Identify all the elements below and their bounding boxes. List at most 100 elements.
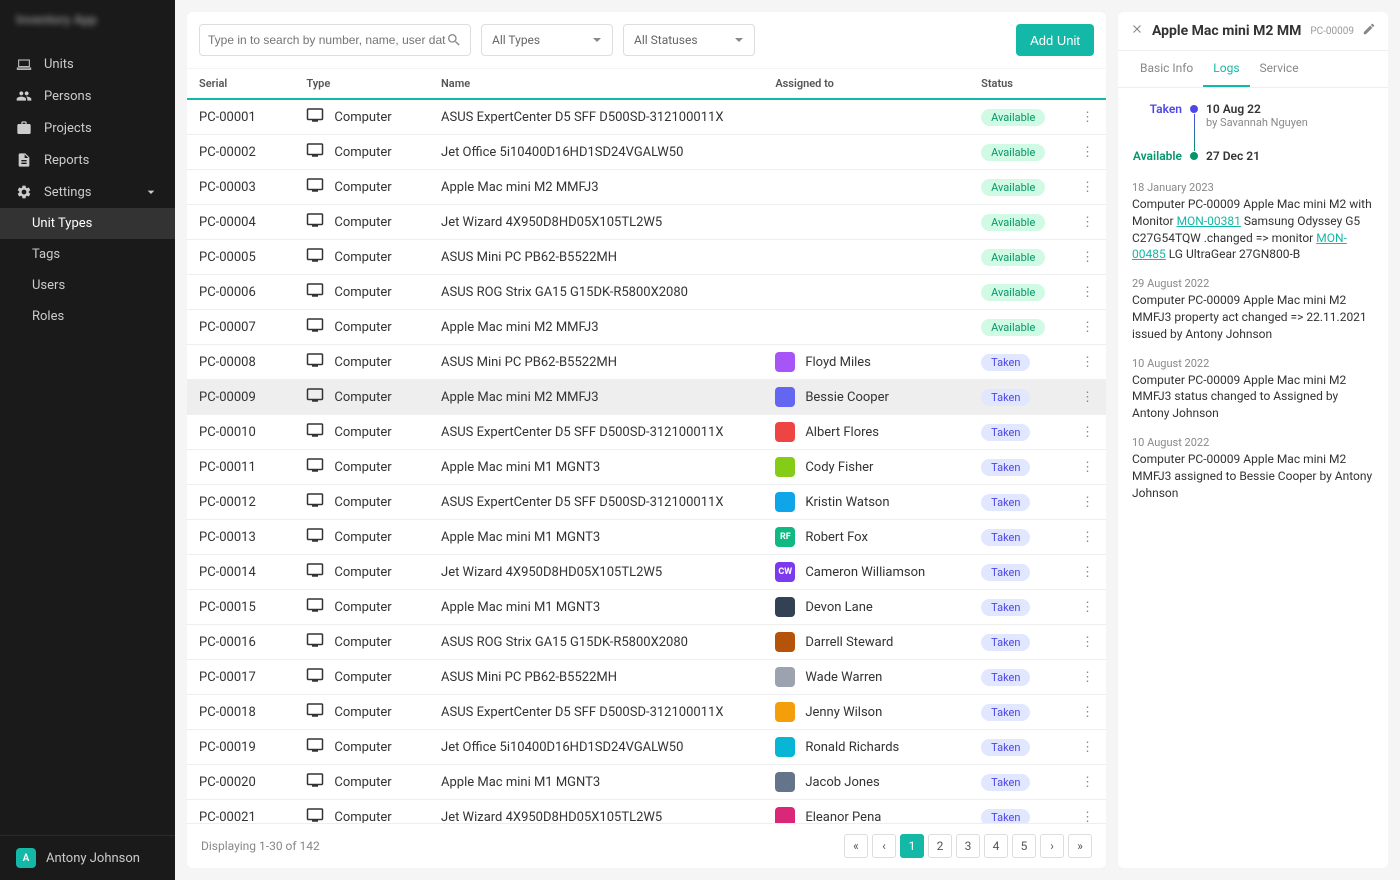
avatar: [775, 807, 795, 823]
row-actions-icon[interactable]: ⋮: [1081, 810, 1094, 824]
row-actions-icon[interactable]: ⋮: [1081, 250, 1094, 265]
sidebar-item-persons[interactable]: Persons: [0, 80, 175, 112]
col-serial[interactable]: Serial: [187, 69, 294, 99]
table-row[interactable]: PC-00021ComputerJet Wizard 4X950D8HD05X1…: [187, 800, 1106, 824]
row-actions-icon[interactable]: ⋮: [1081, 600, 1094, 615]
row-actions-icon[interactable]: ⋮: [1081, 775, 1094, 790]
page-next[interactable]: ›: [1040, 834, 1064, 858]
sidebar-item-settings[interactable]: Settings: [0, 176, 175, 208]
page-prev[interactable]: ‹: [872, 834, 896, 858]
table-row[interactable]: PC-00002ComputerJet Office 5i10400D16HD1…: [187, 135, 1106, 170]
status-badge: Taken: [981, 564, 1030, 581]
computer-icon: [306, 246, 324, 268]
row-actions-icon[interactable]: ⋮: [1081, 635, 1094, 650]
sidebar-subitem-tags[interactable]: Tags: [0, 239, 175, 270]
cell-type: Computer: [334, 390, 391, 405]
page-first[interactable]: «: [844, 834, 868, 858]
col-type[interactable]: Type: [294, 69, 429, 99]
sidebar-item-projects[interactable]: Projects: [0, 112, 175, 144]
user-name: Antony Johnson: [46, 851, 140, 866]
table-row[interactable]: PC-00014ComputerJet Wizard 4X950D8HD05X1…: [187, 555, 1106, 590]
row-actions-icon[interactable]: ⋮: [1081, 110, 1094, 125]
row-actions-icon[interactable]: ⋮: [1081, 390, 1094, 405]
table-row[interactable]: PC-00015ComputerApple Mac mini M1 MGNT3D…: [187, 590, 1106, 625]
add-unit-button[interactable]: Add Unit: [1016, 24, 1094, 56]
cell-name: Apple Mac mini M2 MMFJ3: [429, 310, 763, 345]
tab-service[interactable]: Service: [1250, 51, 1309, 87]
table-row[interactable]: PC-00019ComputerJet Office 5i10400D16HD1…: [187, 730, 1106, 765]
row-actions-icon[interactable]: ⋮: [1081, 460, 1094, 475]
table-row[interactable]: PC-00009ComputerApple Mac mini M2 MMFJ3B…: [187, 380, 1106, 415]
sidebar-item-units[interactable]: Units: [0, 48, 175, 80]
cell-assigned: [763, 170, 969, 205]
cell-type: Computer: [334, 215, 391, 230]
row-actions-icon[interactable]: ⋮: [1081, 530, 1094, 545]
user-avatar: A: [16, 848, 36, 868]
table-row[interactable]: PC-00012ComputerASUS ExpertCenter D5 SFF…: [187, 485, 1106, 520]
computer-icon: [306, 491, 324, 513]
table-row[interactable]: PC-00001ComputerASUS ExpertCenter D5 SFF…: [187, 99, 1106, 135]
row-actions-icon[interactable]: ⋮: [1081, 145, 1094, 160]
cell-type: Computer: [334, 600, 391, 615]
page-2[interactable]: 2: [928, 834, 952, 858]
row-actions-icon[interactable]: ⋮: [1081, 705, 1094, 720]
row-actions-icon[interactable]: ⋮: [1081, 565, 1094, 580]
row-actions-icon[interactable]: ⋮: [1081, 355, 1094, 370]
status-badge: Taken: [981, 389, 1030, 406]
table-row[interactable]: PC-00017ComputerASUS Mini PC PB62-B5522M…: [187, 660, 1106, 695]
search-field[interactable]: [208, 33, 446, 47]
row-actions-icon[interactable]: ⋮: [1081, 495, 1094, 510]
table-row[interactable]: PC-00016ComputerASUS ROG Strix GA15 G15D…: [187, 625, 1106, 660]
table-row[interactable]: PC-00005ComputerASUS Mini PC PB62-B5522M…: [187, 240, 1106, 275]
status-filter[interactable]: All Statuses: [623, 24, 755, 56]
sidebar-user[interactable]: A Antony Johnson: [0, 835, 175, 880]
page-3[interactable]: 3: [956, 834, 980, 858]
row-actions-icon[interactable]: ⋮: [1081, 320, 1094, 335]
cell-type: Computer: [334, 285, 391, 300]
cell-type: Computer: [334, 495, 391, 510]
edit-icon[interactable]: [1362, 22, 1376, 40]
row-actions-icon[interactable]: ⋮: [1081, 180, 1094, 195]
table-row[interactable]: PC-00006ComputerASUS ROG Strix GA15 G15D…: [187, 275, 1106, 310]
table-row[interactable]: PC-00004ComputerJet Wizard 4X950D8HD05X1…: [187, 205, 1106, 240]
chevron-down-icon: [592, 35, 602, 45]
toolbar: All Types All Statuses Add Unit: [187, 12, 1106, 68]
row-actions-icon[interactable]: ⋮: [1081, 740, 1094, 755]
table-row[interactable]: PC-00008ComputerASUS Mini PC PB62-B5522M…: [187, 345, 1106, 380]
row-actions-icon[interactable]: ⋮: [1081, 670, 1094, 685]
table-row[interactable]: PC-00013ComputerApple Mac mini M1 MGNT3R…: [187, 520, 1106, 555]
row-actions-icon[interactable]: ⋮: [1081, 215, 1094, 230]
page-last[interactable]: »: [1068, 834, 1092, 858]
col-assigned[interactable]: Assigned to: [763, 69, 969, 99]
table-row[interactable]: PC-00007ComputerApple Mac mini M2 MMFJ3A…: [187, 310, 1106, 345]
row-actions-icon[interactable]: ⋮: [1081, 425, 1094, 440]
status-badge: Taken: [981, 704, 1030, 721]
col-status[interactable]: Status: [969, 69, 1069, 99]
tab-logs[interactable]: Logs: [1203, 51, 1249, 87]
table-row[interactable]: PC-00018ComputerASUS ExpertCenter D5 SFF…: [187, 695, 1106, 730]
cell-type: Computer: [334, 110, 391, 125]
page-4[interactable]: 4: [984, 834, 1008, 858]
search-input[interactable]: [199, 24, 471, 56]
cell-assigned: [763, 135, 969, 170]
table-row[interactable]: PC-00003ComputerApple Mac mini M2 MMFJ3A…: [187, 170, 1106, 205]
page-5[interactable]: 5: [1012, 834, 1036, 858]
close-icon[interactable]: [1130, 22, 1144, 40]
row-actions-icon[interactable]: ⋮: [1081, 285, 1094, 300]
tab-basic-info[interactable]: Basic Info: [1130, 51, 1203, 87]
sidebar-subitem-unit-types[interactable]: Unit Types: [0, 208, 175, 239]
table-row[interactable]: PC-00020ComputerApple Mac mini M1 MGNT3J…: [187, 765, 1106, 800]
sidebar-item-reports[interactable]: Reports: [0, 144, 175, 176]
table-row[interactable]: PC-00011ComputerApple Mac mini M1 MGNT3C…: [187, 450, 1106, 485]
table-row[interactable]: PC-00010ComputerASUS ExpertCenter D5 SFF…: [187, 415, 1106, 450]
type-filter[interactable]: All Types: [481, 24, 613, 56]
sidebar-subitem-roles[interactable]: Roles: [0, 301, 175, 332]
cell-serial: PC-00005: [187, 240, 294, 275]
page-1[interactable]: 1: [900, 834, 924, 858]
sidebar-subitem-users[interactable]: Users: [0, 270, 175, 301]
sidebar: Inventory App UnitsPersonsProjectsReport…: [0, 0, 175, 880]
status-badge: Taken: [981, 494, 1030, 511]
status-badge: Taken: [981, 354, 1030, 371]
cell-name: ASUS ExpertCenter D5 SFF D500SD-31210001…: [429, 415, 763, 450]
col-name[interactable]: Name: [429, 69, 763, 99]
